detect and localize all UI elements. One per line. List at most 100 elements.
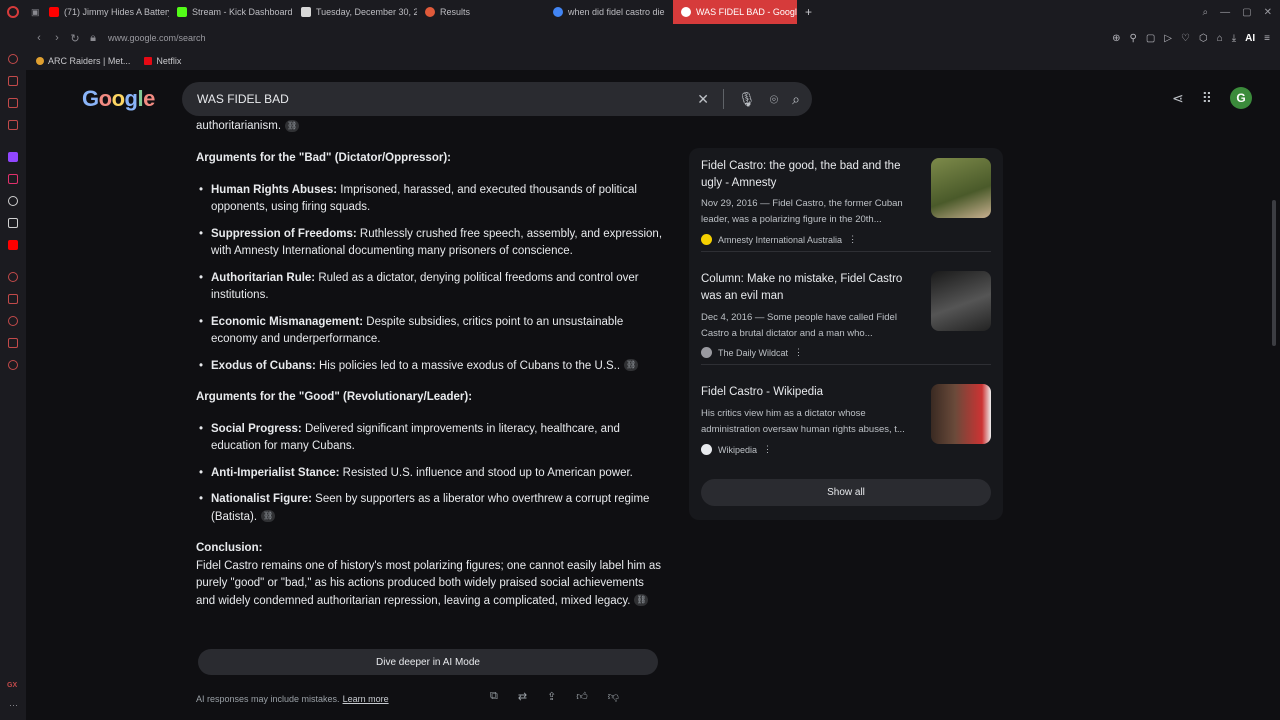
item-text: Resisted U.S. influence and stood up to … [339,466,633,479]
play-icon[interactable]: ▷ [1164,33,1172,44]
tab-kick[interactable]: Stream - Kick Dashboard [169,0,293,24]
more-options-icon[interactable]: ⋮ [794,347,803,358]
thumbs-down-icon[interactable]: 👎︎ [608,690,619,703]
pinboard-icon[interactable] [8,294,18,304]
history-icon[interactable] [8,316,18,326]
extensions-sidebar-icon[interactable] [8,338,18,348]
download-icon[interactable]: ⤓ [1232,33,1236,44]
news-icon[interactable] [8,98,18,108]
tab-date[interactable]: Tuesday, December 30, 2 [293,0,417,24]
tools-icon[interactable] [8,76,18,86]
bookmark-icon[interactable]: ♡ [1181,33,1190,44]
more-options-icon[interactable]: ⋮ [763,444,772,455]
apps-grid-icon[interactable]: ⠿ [1202,90,1212,107]
gx-icon[interactable]: GX [7,682,17,689]
dive-deeper-button[interactable]: Dive deeper in AI Mode [198,649,658,675]
opera-logo-icon[interactable] [7,6,19,18]
export-icon[interactable]: ⇄ [518,690,527,703]
item-text: His policies led to a massive exodus of … [315,359,621,372]
extensions-icon[interactable]: ⬡ [1199,33,1208,44]
source-snippet: Dec 4, 2016 — Some people have called Fi… [701,312,897,339]
citation-link-icon[interactable]: ⛓ [285,119,300,132]
item-term: Nationalist Figure: [211,493,312,505]
more-icon[interactable]: ⋯ [9,700,18,711]
x-icon[interactable] [8,218,18,228]
menu-icon[interactable]: ≡ [1264,33,1270,44]
source-site: The Daily Wildcat ⋮ [701,347,803,358]
google-icon [681,7,691,17]
source-title[interactable]: Fidel Castro: the good, the bad and the … [701,158,911,192]
microphone-icon[interactable]: 🎙︎ [738,91,756,108]
citation-link-icon[interactable]: ⛓ [624,359,639,372]
item-term: Social Progress: [211,422,302,435]
bookmark-label: ARC Raiders | Met... [48,56,131,66]
bookmarks-bar: ARC Raiders | Met... Netflix [0,52,1280,70]
snapshot-icon[interactable]: ▢ [1146,33,1155,44]
source-card-wikipedia[interactable]: Fidel Castro - Wikipedia His critics vie… [701,374,991,478]
reload-icon[interactable]: ↻ [66,32,84,45]
tab-workspace-icon[interactable]: ▣ [27,0,41,24]
new-tab-button[interactable]: + [797,0,820,24]
bookmark-arc-raiders[interactable]: ARC Raiders | Met... [36,56,130,66]
ai-disclaimer: AI responses may include mistakes. Learn … [196,694,389,704]
bookmark-netflix[interactable]: Netflix [144,56,181,66]
youtube-sidebar-icon[interactable] [8,240,18,250]
search-input[interactable]: WAS FIDEL BAD ✕ 🎙︎ ⌾ ⌕ [182,82,812,116]
source-title[interactable]: Fidel Castro - Wikipedia [701,384,911,401]
close-window-icon[interactable]: ✕ [1264,7,1272,18]
url-field[interactable]: www.google.com/search [108,33,206,43]
google-logo[interactable]: Google [82,86,155,112]
lens-icon[interactable]: ⌾ [770,91,778,108]
tab-castro-death[interactable]: when did fidel castro die [545,0,673,24]
settings-icon[interactable] [8,360,18,370]
zoom-icon[interactable]: ⊕ [1112,33,1120,44]
citation-link-icon[interactable]: ⛓ [261,510,276,523]
share-answer-icon[interactable]: ⇪ [547,690,556,703]
twitch-icon[interactable] [8,152,18,162]
ai-overview: authoritarianism. ⛓ Arguments for the "Ba… [196,118,666,610]
source-thumbnail[interactable] [931,271,991,331]
source-card-amnesty[interactable]: Fidel Castro: the good, the bad and the … [701,148,991,252]
instagram-icon[interactable] [8,174,18,184]
conclusion-text: Fidel Castro remains one of history's mo… [196,559,661,607]
browser-tab-bar: ▣ (71) Jimmy Hides A Battery Stream - Ki… [0,0,1280,24]
search-tabs-icon[interactable]: ⌕ [1203,7,1209,18]
back-icon[interactable]: ‹ [30,32,48,44]
minimize-icon[interactable]: — [1220,7,1230,18]
tab-label: Results [440,7,471,17]
copy-icon[interactable]: ⧉ [490,690,498,703]
pin-icon[interactable]: ⚲ [1130,33,1137,44]
source-title[interactable]: Column: Make no mistake, Fidel Castro wa… [701,271,911,305]
source-card-wildcat[interactable]: Column: Make no mistake, Fidel Castro wa… [701,261,991,365]
clear-icon[interactable]: ✕ [697,91,709,108]
tiktok-icon[interactable] [8,196,18,206]
avatar[interactable]: G [1230,87,1252,109]
tab-results[interactable]: Results [417,0,545,24]
show-all-button[interactable]: Show all [701,479,991,506]
source-thumbnail[interactable] [931,158,991,218]
source-snippet: His critics view him as a dictator whose… [701,408,905,435]
more-options-icon[interactable]: ⋮ [848,234,857,245]
music-icon[interactable] [8,120,18,130]
maximize-icon[interactable]: ▢ [1242,7,1251,18]
conclusion-paragraph: Fidel Castro remains one of history's mo… [196,558,666,611]
wallet-icon[interactable]: ⌂ [1217,33,1223,44]
scrollbar[interactable] [1272,200,1276,346]
messenger-icon[interactable] [8,54,18,64]
tab-was-fidel-bad[interactable]: WAS FIDEL BAD - Google [673,0,797,24]
search-icon[interactable]: ⌕ [792,91,800,108]
citation-link-icon[interactable]: ⛓ [634,594,649,607]
list-item: Suppression of Freedoms: Ruthlessly crus… [196,226,666,261]
ai-button[interactable]: AI [1245,33,1255,44]
wildcat-icon [701,347,712,358]
tab-youtube[interactable]: (71) Jimmy Hides A Battery [41,0,169,24]
thumbs-up-icon[interactable]: 👍︎ [576,690,588,703]
browser-sidebar: GX ⋯ [0,24,26,720]
learn-more-link[interactable]: Learn more [343,694,389,704]
youtube-icon [49,7,59,17]
share-icon[interactable]: ⋖ [1172,90,1184,107]
source-thumbnail[interactable] [931,384,991,444]
conclusion-heading: Conclusion: [196,542,263,554]
forward-icon[interactable]: › [48,32,66,44]
player-icon[interactable] [8,272,18,282]
